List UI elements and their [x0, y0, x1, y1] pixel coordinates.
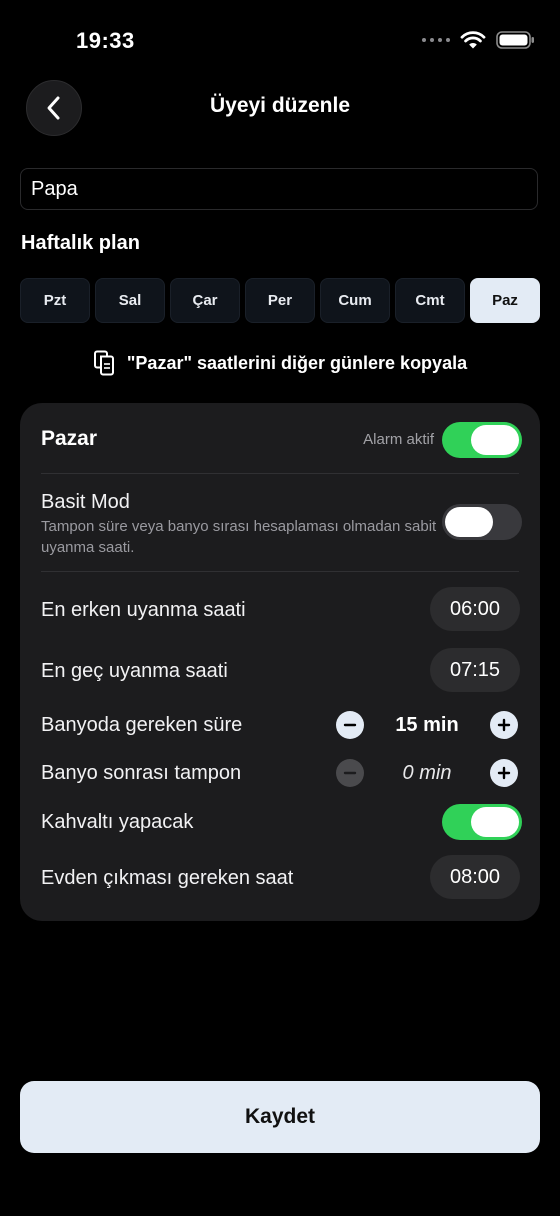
bathroom-buffer-increment-button[interactable]	[490, 759, 518, 787]
wifi-icon	[460, 31, 486, 49]
day-tabs: Pzt Sal Çar Per Cum Cmt Paz	[20, 278, 540, 323]
plus-icon	[497, 718, 511, 732]
day-tab-car[interactable]: Çar	[170, 278, 240, 323]
latest-wake-time-button[interactable]: 07:15	[430, 648, 520, 692]
page-title: Üyeyi düzenle	[209, 94, 351, 117]
earliest-wake-label: En erken uyanma saati	[41, 599, 246, 621]
copy-label: "Pazar" saatlerini diğer günlere kopyala	[126, 352, 468, 373]
bathroom-buffer-decrement-button[interactable]	[336, 759, 364, 787]
divider	[41, 473, 519, 474]
day-tab-per[interactable]: Per	[245, 278, 315, 323]
bathroom-time-decrement-button[interactable]	[336, 711, 364, 739]
status-time: 19:33	[76, 28, 135, 53]
member-name-input[interactable]	[20, 168, 538, 210]
bathroom-time-value: 15 min	[395, 713, 459, 736]
leave-time-label: Evden çıkması gereken saat	[41, 867, 294, 889]
latest-wake-label: En geç uyanma saati	[41, 660, 228, 682]
simple-mode-description: Tampon süre veya banyo sırası hesaplamas…	[41, 518, 437, 556]
plus-icon	[497, 766, 511, 780]
breakfast-label: Kahvaltı yapacak	[41, 811, 194, 833]
copy-icon	[93, 350, 114, 376]
bathroom-time-label: Banyoda gereken süre	[41, 714, 243, 736]
bathroom-buffer-stepper: 0 min	[336, 759, 518, 787]
weekly-plan-title: Haftalık plan	[21, 232, 140, 254]
save-button[interactable]: Kaydet	[20, 1081, 540, 1153]
bathroom-buffer-value: 0 min	[402, 761, 452, 784]
battery-icon	[496, 31, 534, 49]
divider	[41, 571, 519, 572]
day-tab-pzt[interactable]: Pzt	[20, 278, 90, 323]
minus-icon	[343, 723, 357, 727]
cellular-signal-icon	[422, 38, 450, 42]
day-settings-card: Pazar Alarm aktif Basit Mod Tampon süre …	[20, 403, 540, 921]
day-tab-paz[interactable]: Paz	[470, 278, 540, 323]
copy-to-other-days-button[interactable]: "Pazar" saatlerini diğer günlere kopyala	[0, 350, 560, 376]
alarm-active-label: Alarm aktif	[363, 431, 434, 448]
bathroom-buffer-label: Banyo sonrası tampon	[41, 762, 242, 784]
simple-mode-label: Basit Mod	[41, 491, 130, 513]
status-icons	[422, 30, 536, 50]
bathroom-time-increment-button[interactable]	[490, 711, 518, 739]
minus-icon	[343, 771, 357, 775]
earliest-wake-time-button[interactable]: 06:00	[430, 587, 520, 631]
card-day-title: Pazar	[41, 427, 98, 450]
bathroom-time-stepper: 15 min	[336, 711, 518, 739]
day-tab-sal[interactable]: Sal	[95, 278, 165, 323]
alarm-active-toggle[interactable]	[442, 422, 522, 458]
day-tab-cum[interactable]: Cum	[320, 278, 390, 323]
simple-mode-toggle[interactable]	[442, 504, 522, 540]
breakfast-toggle[interactable]	[442, 804, 522, 840]
leave-time-button[interactable]: 08:00	[430, 855, 520, 899]
day-tab-cmt[interactable]: Cmt	[395, 278, 465, 323]
